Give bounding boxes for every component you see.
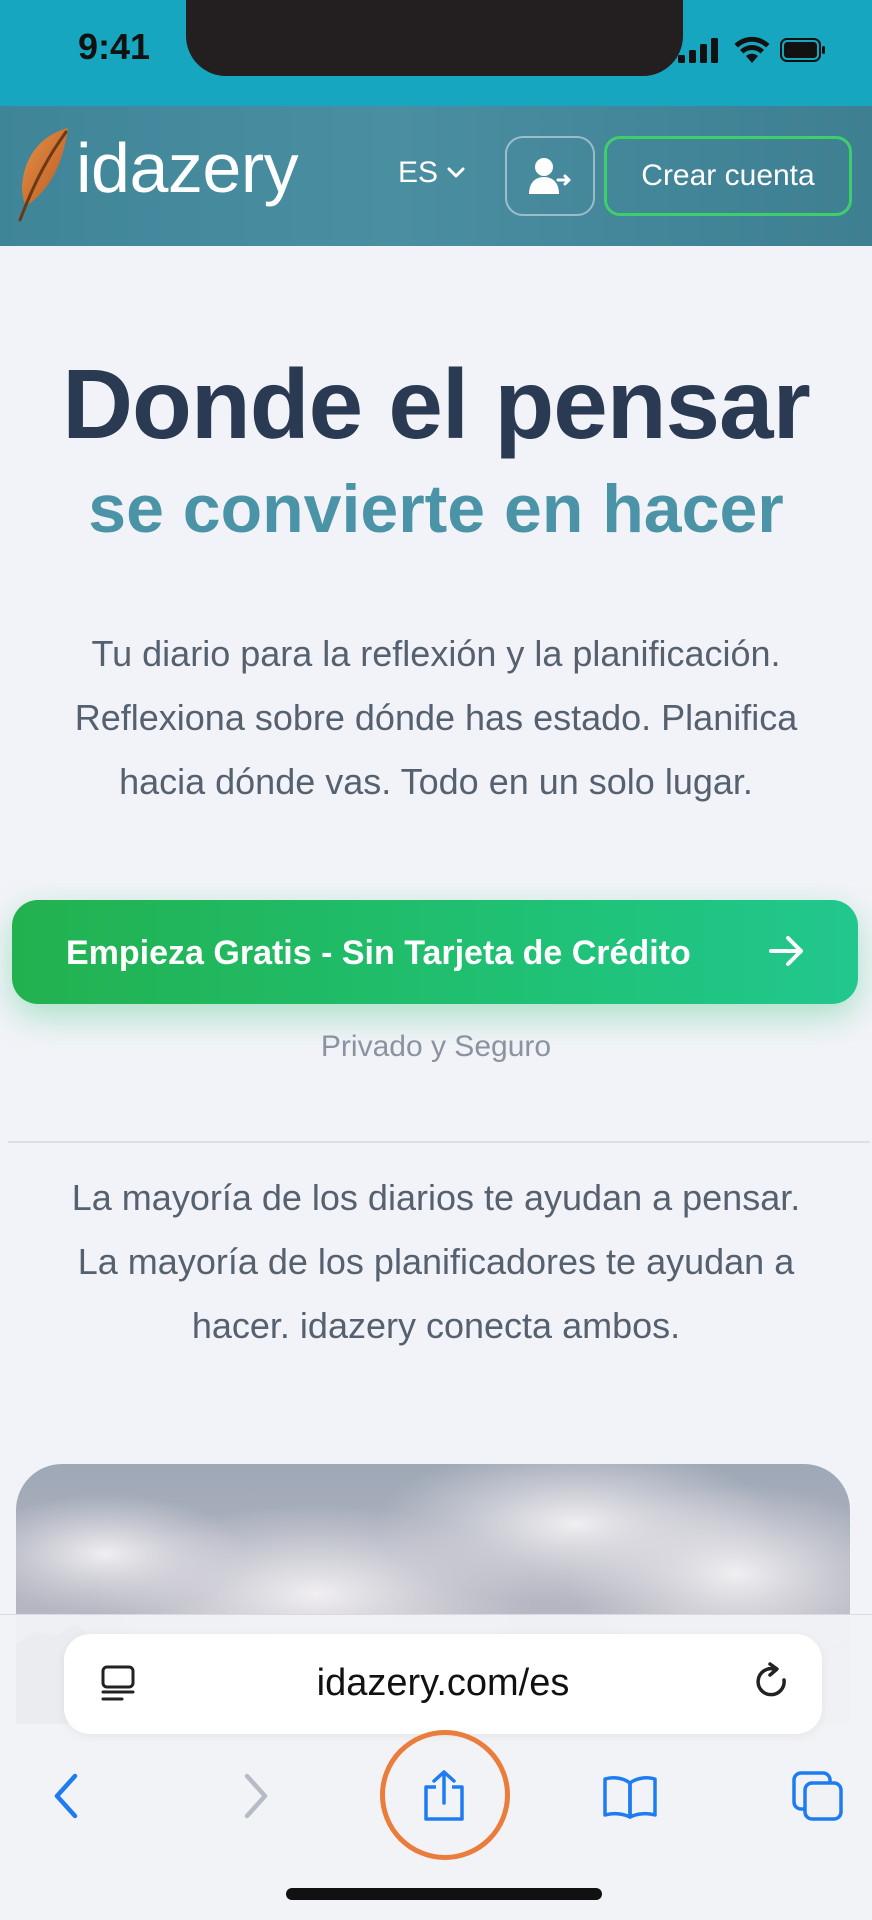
comparison-line: La mayoría de los planificadores te ayud…	[77, 1241, 795, 1282]
chevron-down-icon	[447, 167, 465, 178]
forward-button[interactable]	[226, 1766, 286, 1826]
arrow-right-icon	[769, 936, 803, 966]
section-divider	[8, 1141, 870, 1143]
status-icons	[678, 36, 826, 64]
feather-logo-icon	[18, 128, 68, 222]
hero-title: Donde el pensar	[62, 349, 810, 459]
privacy-note: Privado y Seguro	[320, 1030, 552, 1063]
wifi-icon	[734, 36, 770, 63]
url-text[interactable]: idazery.com/es	[64, 1662, 822, 1705]
share-icon	[424, 1770, 464, 1821]
create-account-button[interactable]: Crear cuenta	[604, 136, 852, 216]
tabs-button[interactable]	[788, 1766, 848, 1826]
start-free-label: Empieza Gratis - Sin Tarjeta de Crédito	[66, 934, 691, 972]
device-notch	[186, 0, 683, 76]
forward-icon	[244, 1773, 268, 1819]
comparison-text: La mayoría de los diarios te ayudan a pe…	[20, 1166, 852, 1358]
share-button[interactable]	[414, 1766, 474, 1826]
tabs-icon	[792, 1771, 843, 1821]
hero-description-line: hacia dónde vas. Todo en un solo lugar.	[119, 761, 753, 802]
bookmarks-icon	[603, 1776, 657, 1819]
site-header: idazery ES Crear cuenta	[0, 106, 872, 246]
status-bar: 9:41	[0, 0, 872, 106]
user-login-icon	[529, 158, 571, 194]
cellular-signal-icon	[678, 38, 718, 63]
home-indicator[interactable]	[286, 1888, 602, 1900]
address-bar[interactable]: idazery.com/es	[64, 1634, 822, 1734]
battery-icon	[780, 38, 825, 62]
status-time: 9:41	[78, 26, 151, 67]
hero-subtitle: se convierte en hacer	[88, 471, 784, 547]
login-button[interactable]	[505, 136, 595, 216]
comparison-line: hacer. idazery conecta ambos.	[191, 1305, 681, 1346]
comparison-line: La mayoría de los diarios te ayudan a pe…	[71, 1177, 801, 1218]
language-label: ES	[398, 156, 439, 189]
start-free-button[interactable]: Empieza Gratis - Sin Tarjeta de Crédito	[12, 900, 858, 1004]
back-icon	[54, 1773, 78, 1819]
language-selector[interactable]: ES	[398, 156, 466, 190]
hero-description-line: Reflexiona sobre dónde has estado. Plani…	[74, 697, 798, 738]
reload-icon[interactable]	[752, 1662, 792, 1704]
back-button[interactable]	[36, 1766, 96, 1826]
site-logo[interactable]: idazery	[76, 128, 299, 208]
bookmarks-button[interactable]	[600, 1766, 660, 1826]
hero-description-line: Tu diario para la reflexión y la planifi…	[91, 633, 781, 674]
hero-description: Tu diario para la reflexión y la planifi…	[20, 622, 852, 814]
